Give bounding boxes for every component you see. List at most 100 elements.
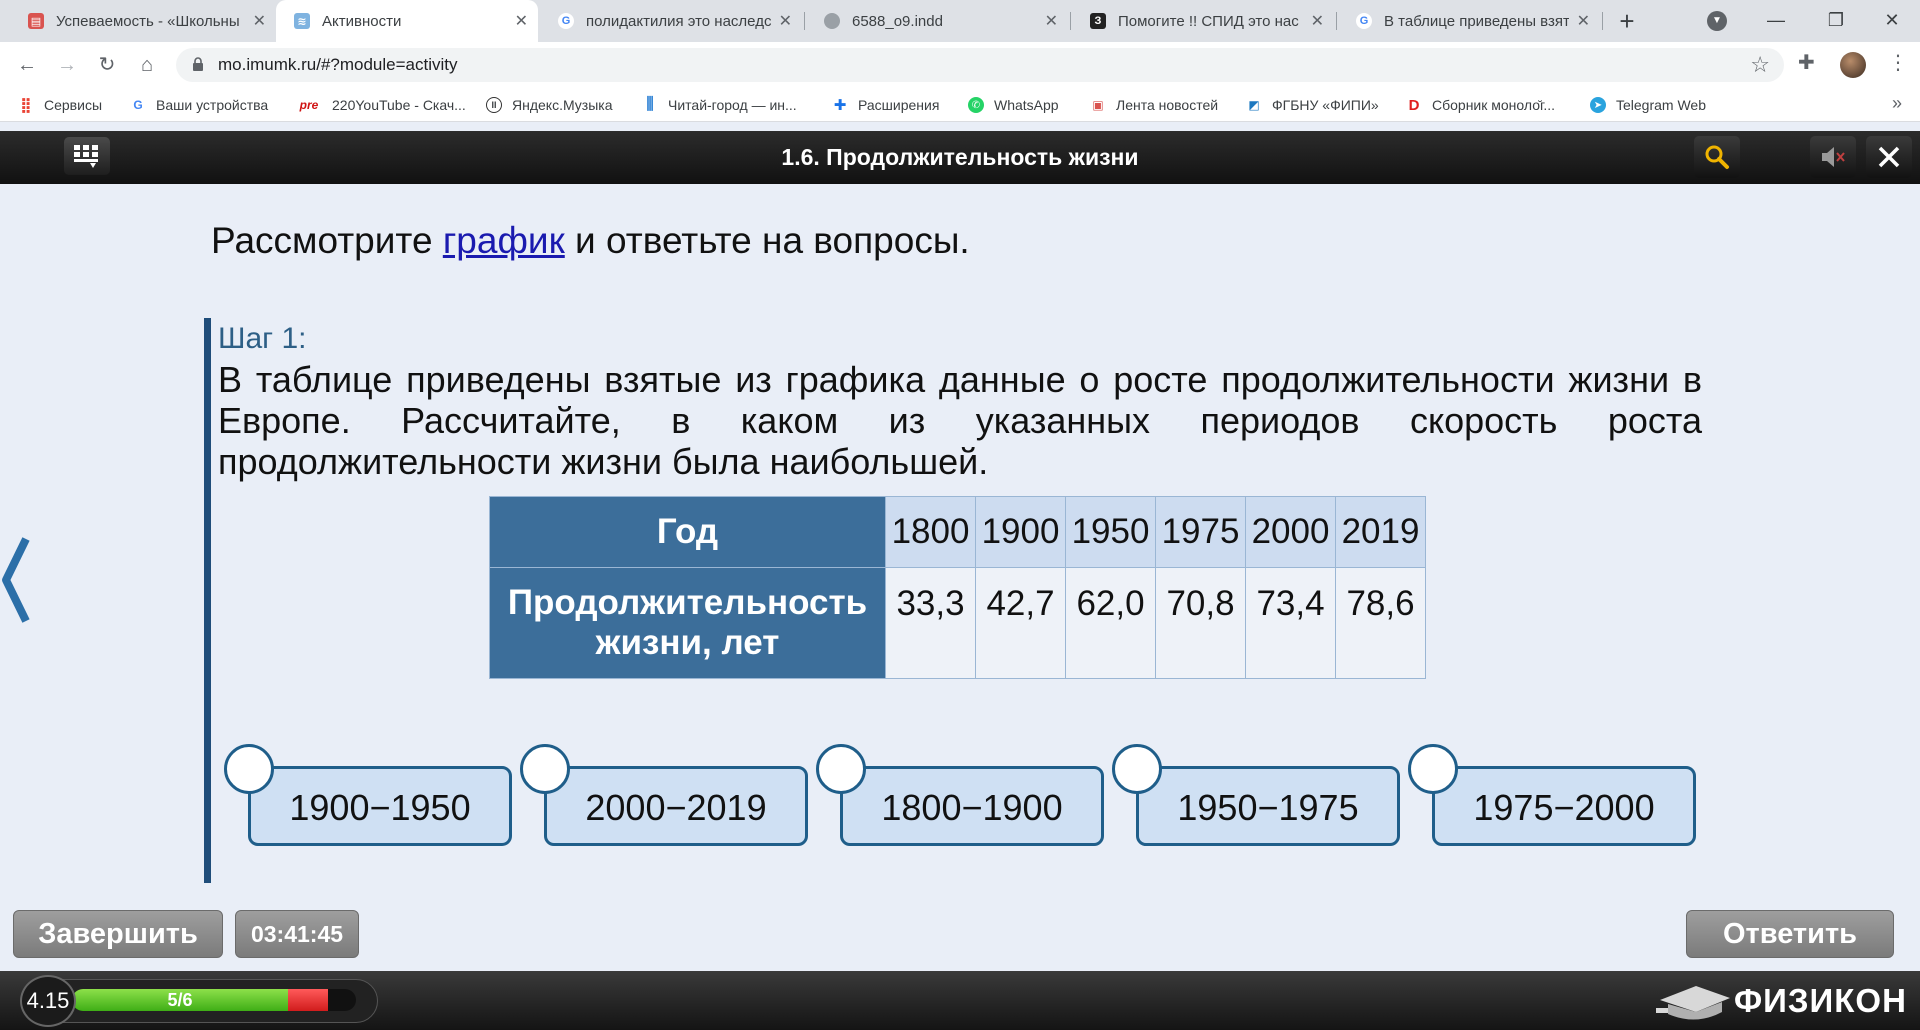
year-cell: 2019 <box>1335 496 1426 568</box>
close-tab-icon[interactable]: ✕ <box>1311 11 1324 31</box>
tab-6588[interactable]: 6588_o9.indd ✕ <box>806 0 1068 42</box>
finish-button[interactable]: Завершить <box>13 910 223 958</box>
restore-icon[interactable]: ❐ <box>1806 0 1866 42</box>
step-bar <box>204 318 211 883</box>
fizikon-logo-icon <box>1656 986 1730 1020</box>
bookmark-rasshireniya[interactable]: ✚ Расширения <box>832 94 940 116</box>
option-label: 1800−1900 <box>840 766 1104 846</box>
yandex-music-favicon: II <box>486 97 502 113</box>
close-tab-icon[interactable]: ✕ <box>515 11 528 31</box>
close-tab-icon[interactable]: ✕ <box>1045 11 1058 31</box>
option-label: 1950−1975 <box>1136 766 1400 846</box>
close-tab-icon[interactable]: ✕ <box>779 11 792 31</box>
browser-toolbar: ← → ↻ ⌂ mo.imumk.ru/#?module=activity ☆ <box>0 42 1920 88</box>
bookmark-chitai-gorod[interactable]: ⫼ Читай-город — ин... <box>642 94 797 116</box>
progress-bar: 5/6 <box>72 989 356 1011</box>
value-cell: 33,3 <box>885 567 976 679</box>
answer-option[interactable]: 1800−1900 <box>816 744 1104 846</box>
answer-button[interactable]: Ответить <box>1686 910 1894 958</box>
year-cell: 2000 <box>1245 496 1336 568</box>
bookmark-yandex-music[interactable]: II Яндекс.Музыка <box>486 94 613 116</box>
tab-v-tablice[interactable]: G В таблице приведены взят ✕ <box>1338 0 1600 42</box>
reload-icon[interactable]: ↻ <box>92 50 122 80</box>
news-favicon: ▣ <box>1092 98 1104 112</box>
answer-option[interactable]: 1950−1975 <box>1112 744 1400 846</box>
bookmark-label: ФГБНУ «ФИПИ» <box>1272 97 1379 113</box>
answer-option[interactable]: 1975−2000 <box>1408 744 1696 846</box>
chitai-gorod-favicon: ⫼ <box>646 96 654 113</box>
answer-option[interactable]: 2000−2019 <box>520 744 808 846</box>
tab-title: 6588_o9.indd <box>852 12 943 30</box>
new-tab-button[interactable]: + <box>1612 6 1642 36</box>
fizikon-logo: ФИЗИКОН <box>1652 978 1906 1024</box>
tab-title: полидактилия это наследс <box>586 12 771 30</box>
bookmark-sbornik[interactable]: D Сборник моноло̆г... <box>1406 94 1556 116</box>
option-drag-handle[interactable] <box>224 744 274 794</box>
bookmark-fipi[interactable]: ◩ ФГБНУ «ФИПИ» <box>1246 94 1379 116</box>
tab-aktivnosti[interactable]: ≋ Активности ✕ <box>276 0 538 42</box>
close-activity-button[interactable] <box>1866 136 1912 178</box>
year-cell: 1950 <box>1065 496 1156 568</box>
intro-text: Рассмотрите график и ответьте на вопросы… <box>211 220 970 262</box>
bookmark-label: 220YouTube - Скач... <box>332 97 466 113</box>
option-drag-handle[interactable] <box>520 744 570 794</box>
minimize-icon[interactable]: — <box>1746 0 1806 42</box>
graph-link[interactable]: график <box>443 220 565 261</box>
whatsapp-favicon: ✆ <box>968 97 984 113</box>
bookmark-whatsapp[interactable]: ✆ WhatsApp <box>968 94 1059 116</box>
google-favicon: G <box>558 13 574 29</box>
home-icon[interactable]: ⌂ <box>132 50 162 80</box>
tab-polidaktiliya[interactable]: G полидактилия это наследс ✕ <box>540 0 802 42</box>
tab-separator <box>804 12 805 30</box>
previous-arrow-icon[interactable] <box>0 537 30 623</box>
step-label: Шаг 1: <box>218 322 307 355</box>
option-label: 1900−1950 <box>248 766 512 846</box>
imumk-favicon: ≋ <box>294 13 310 29</box>
bookmarks-overflow-icon[interactable]: » <box>1892 93 1902 114</box>
forward-icon[interactable]: → <box>52 50 82 80</box>
year-cell: 1975 <box>1155 496 1246 568</box>
tab-pomogite[interactable]: З Помогите !! СПИД это нас ✕ <box>1072 0 1334 42</box>
bookmark-telegram[interactable]: ➤ Telegram Web <box>1590 94 1706 116</box>
logo-text: ФИЗИКОН <box>1734 982 1907 1019</box>
year-cell: 1800 <box>885 496 976 568</box>
extensions-icon[interactable]: ✚ <box>1798 50 1815 75</box>
d-favicon: D <box>1408 96 1420 114</box>
bookmark-label: Читай-город — ин... <box>668 97 797 113</box>
search-tabs-icon[interactable]: ▼ <box>1707 11 1727 31</box>
school-favicon: ▤ <box>28 13 44 29</box>
bookmark-lenta-novostey[interactable]: ▣ Лента новостей <box>1090 94 1218 116</box>
bookmark-vashi-ustroystva[interactable]: G Ваши устройства <box>130 94 268 116</box>
tab-title: Помогите !! СПИД это нас <box>1118 12 1299 30</box>
option-drag-handle[interactable] <box>1112 744 1162 794</box>
url-text: mo.imumk.ru/#?module=activity <box>218 55 458 74</box>
search-button[interactable] <box>1694 136 1740 178</box>
option-drag-handle[interactable] <box>1408 744 1458 794</box>
close-tab-icon[interactable]: ✕ <box>1577 11 1590 31</box>
level-badge: 4.15 <box>20 975 76 1027</box>
apps-icon: ⣿ <box>20 97 32 114</box>
bookmark-220youtube[interactable]: pre 220YouTube - Скач... <box>296 94 466 116</box>
google-favicon: G <box>1356 13 1372 29</box>
sound-button[interactable] <box>1810 136 1856 178</box>
address-bar[interactable]: mo.imumk.ru/#?module=activity ☆ <box>176 48 1784 82</box>
intro-before: Рассмотрите <box>211 220 443 261</box>
browser-menu-icon[interactable]: ⋮ <box>1888 50 1908 75</box>
tab-separator <box>1602 12 1603 30</box>
close-icon <box>1878 146 1900 168</box>
close-tab-icon[interactable]: ✕ <box>253 11 266 31</box>
back-icon[interactable]: ← <box>12 50 42 80</box>
option-drag-handle[interactable] <box>816 744 866 794</box>
profile-avatar[interactable] <box>1840 52 1866 78</box>
tab-separator <box>1070 12 1071 30</box>
bookmark-star-icon[interactable]: ☆ <box>1750 52 1770 78</box>
window-close-icon[interactable]: ✕ <box>1862 0 1920 42</box>
activity-title: 1.6. Продолжительность жизни <box>781 144 1139 170</box>
bookmark-servisy[interactable]: ⣿ Сервисы <box>18 94 102 116</box>
telegram-favicon: ➤ <box>1590 97 1606 113</box>
life-expectancy-table: Год 1800 1900 1950 1975 2000 2019 Продол… <box>489 496 1426 679</box>
tab-uspevaemost[interactable]: ▤ Успеваемость - «Школьны ✕ <box>10 0 276 42</box>
answer-option[interactable]: 1900−1950 <box>224 744 512 846</box>
value-cell: 42,7 <box>975 567 1066 679</box>
table-row: Продолжительность жизни, лет 33,3 42,7 6… <box>489 567 1426 679</box>
